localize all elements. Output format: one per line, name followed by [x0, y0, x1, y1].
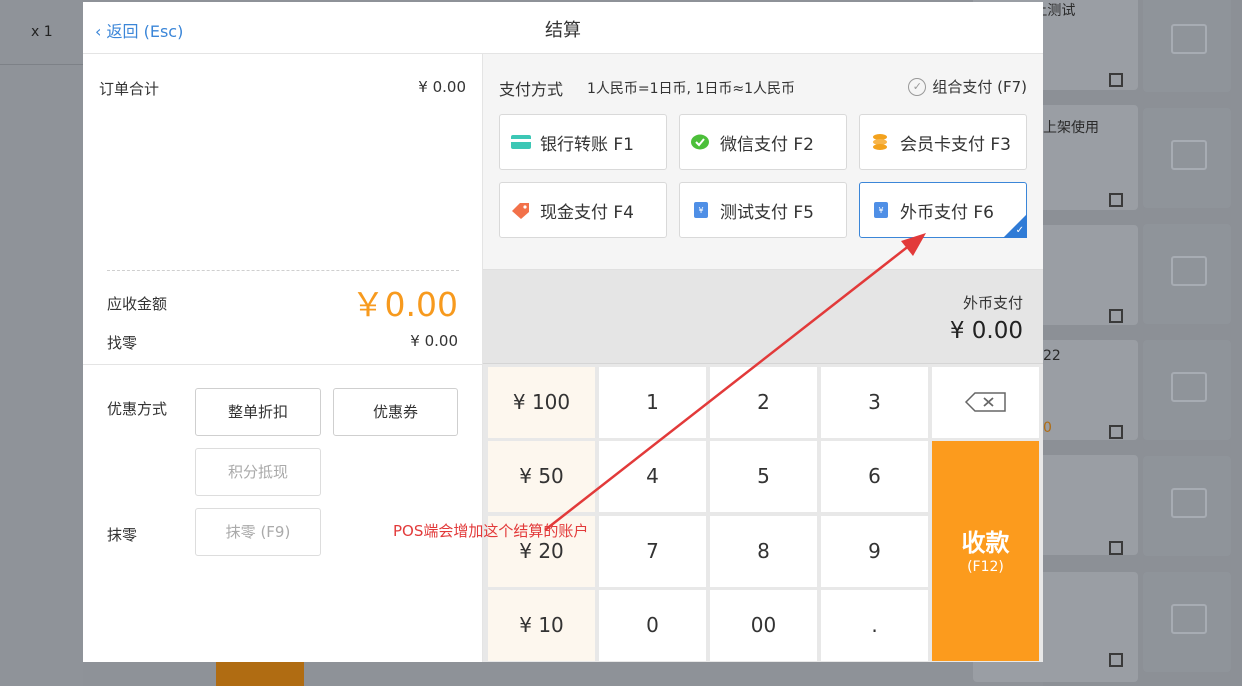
order-summary-panel: 订单合计 ¥ 0.00 应收金额 ￥0.00 找零 ¥ 0.00 优惠方式 整单…	[83, 54, 483, 662]
check-icon: ✓	[1015, 225, 1024, 236]
checkout-shortcut: (F12)	[967, 559, 1004, 575]
checkout-button[interactable]: 收款 (F12)	[932, 441, 1039, 661]
bank-card-icon	[510, 133, 532, 151]
key-00[interactable]: 00	[710, 590, 817, 661]
key-2[interactable]: 2	[710, 367, 817, 438]
key-4[interactable]: 4	[599, 441, 706, 512]
change-value: ¥ 0.00	[410, 332, 458, 350]
payment-method-cash[interactable]: 现金支付 F4	[499, 182, 667, 238]
cart-item-quantity: x 1	[31, 24, 53, 40]
wechat-icon	[690, 133, 712, 151]
product-image-placeholder	[1143, 0, 1231, 92]
points-redeem-button[interactable]: 积分抵现	[195, 448, 321, 496]
backspace-icon	[964, 392, 1006, 412]
payment-amount-label: 外币支付	[962, 294, 1023, 312]
payment-method-member-card[interactable]: 会员卡支付 F3	[859, 114, 1027, 170]
qr-icon	[1109, 309, 1123, 323]
payment-method-label: 测试支付 F5	[720, 202, 814, 223]
payment-method-label: 银行转账 F1	[540, 134, 634, 155]
payment-method-wechat[interactable]: 微信支付 F2	[679, 114, 847, 170]
qr-icon	[1109, 541, 1123, 555]
section-divider	[83, 364, 483, 365]
qr-icon	[1109, 193, 1123, 207]
coupon-button[interactable]: 优惠券	[333, 388, 458, 436]
key-6[interactable]: 6	[821, 441, 928, 512]
key-7[interactable]: 7	[599, 516, 706, 587]
cart-panel: x 1	[0, 0, 83, 686]
payment-method-foreign-currency[interactable]: ¥ 外币支付 F6 ✓	[859, 182, 1027, 238]
payment-panel: 支付方式 1人民币=1日币, 1日币≈1人民币 ✓ 组合支付 (F7) 银行转账…	[483, 54, 1043, 662]
numeric-keypad: ¥ 100 ¥ 50 ¥ 20 ¥ 10 1 2 3 4 5 6 7 8 9 0…	[483, 364, 1043, 662]
bg-product-name: 上架使用	[1043, 120, 1099, 136]
key-0[interactable]: 0	[599, 590, 706, 661]
change-label: 找零	[107, 334, 138, 352]
payment-method-bank-transfer[interactable]: 银行转账 F1	[499, 114, 667, 170]
coins-icon	[870, 133, 892, 151]
dialog-title: 结算	[545, 20, 581, 41]
product-image-placeholder	[1143, 340, 1231, 440]
payment-method-label: 外币支付 F6	[900, 202, 994, 223]
product-image-placeholder	[1143, 456, 1231, 556]
check-circle-icon: ✓	[908, 77, 927, 96]
qr-icon	[1109, 73, 1123, 87]
key-5[interactable]: 5	[710, 441, 817, 512]
quick-amount-100[interactable]: ¥ 100	[488, 367, 595, 438]
key-3[interactable]: 3	[821, 367, 928, 438]
quick-amount-50[interactable]: ¥ 50	[488, 441, 595, 512]
key-1[interactable]: 1	[599, 367, 706, 438]
qr-icon	[1109, 425, 1123, 439]
quick-amount-10[interactable]: ¥ 10	[488, 590, 595, 661]
svg-text:¥: ¥	[878, 206, 883, 215]
product-image-placeholder	[1143, 108, 1231, 208]
combined-payment-toggle[interactable]: ✓ 组合支付 (F7)	[908, 76, 1027, 97]
cart-divider	[0, 64, 83, 65]
exchange-rate-note: 1人民币=1日币, 1日币≈1人民币	[587, 81, 795, 97]
discount-method-label: 优惠方式	[107, 400, 168, 418]
payment-method-label: 会员卡支付 F3	[900, 134, 1011, 155]
whole-order-discount-button[interactable]: 整单折扣	[195, 388, 321, 436]
dashed-divider	[107, 270, 459, 271]
key-decimal[interactable]: .	[821, 590, 928, 661]
round-off-label: 抹零	[107, 526, 138, 544]
bg-checkout-strip	[216, 662, 304, 686]
payment-amount-value: ¥ 0.00	[949, 318, 1023, 344]
key-8[interactable]: 8	[710, 516, 817, 587]
payment-method-label: 现金支付 F4	[540, 202, 634, 223]
amount-due-value: ￥0.00	[351, 285, 458, 324]
voucher-icon: ¥	[870, 201, 892, 219]
svg-text:¥: ¥	[698, 206, 703, 215]
order-total-label: 订单合计	[99, 80, 160, 98]
dialog-header: ‹ 返回 (Esc) 结算	[83, 2, 1043, 54]
image-icon	[1171, 140, 1207, 170]
voucher-icon: ¥	[690, 201, 712, 219]
backspace-button[interactable]	[932, 367, 1039, 438]
payment-amount-display: 外币支付 ¥ 0.00	[483, 270, 1043, 364]
key-9[interactable]: 9	[821, 516, 928, 587]
payment-method-test[interactable]: ¥ 测试支付 F5	[679, 182, 847, 238]
image-icon	[1171, 488, 1207, 518]
checkout-label: 收款	[961, 529, 1010, 557]
order-total-value: ¥ 0.00	[418, 78, 466, 96]
combined-payment-label: 组合支付 (F7)	[932, 78, 1027, 96]
product-image-placeholder	[1143, 572, 1231, 672]
annotation-text: POS端会增加这个结算的账户	[393, 522, 589, 540]
amount-due-label: 应收金额	[107, 295, 168, 313]
qr-icon	[1109, 653, 1123, 667]
image-icon	[1171, 256, 1207, 286]
bg-product-name: 22	[1043, 348, 1061, 364]
bg-product-price: 0	[1043, 420, 1052, 436]
cash-tag-icon	[510, 201, 532, 219]
image-icon	[1171, 24, 1207, 54]
checkout-dialog: ‹ 返回 (Esc) 结算 订单合计 ¥ 0.00 应收金额 ￥0.00 找零 …	[83, 2, 1043, 662]
product-image-placeholder	[1143, 224, 1231, 324]
payment-methods-section: 支付方式 1人民币=1日币, 1日币≈1人民币 ✓ 组合支付 (F7) 银行转账…	[483, 54, 1043, 270]
round-off-button[interactable]: 抹零 (F9)	[195, 508, 321, 556]
image-icon	[1171, 372, 1207, 402]
payment-method-label: 微信支付 F2	[720, 134, 814, 155]
payment-method-title: 支付方式	[499, 80, 564, 99]
image-icon	[1171, 604, 1207, 634]
